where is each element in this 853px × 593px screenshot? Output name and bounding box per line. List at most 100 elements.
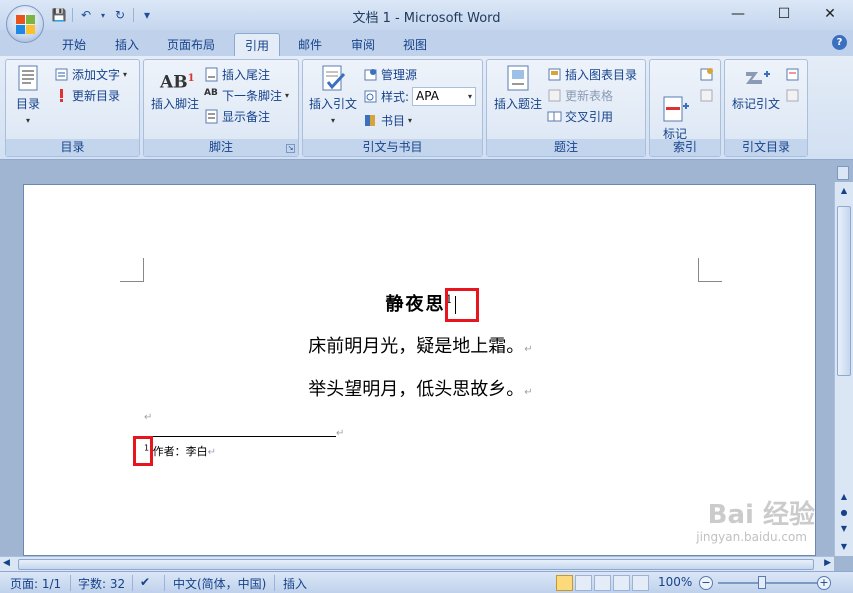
browse-object-icon[interactable]: ● <box>837 506 851 520</box>
vertical-scrollbar[interactable]: ▲ ▲ ● ▼ ▼ <box>834 182 853 556</box>
outline-view-icon[interactable] <box>613 575 630 591</box>
insert-footnote-button[interactable]: AB1 插入脚注 <box>147 64 203 112</box>
paragraph-mark: ↵ <box>336 428 345 439</box>
footnotes-group-label: 脚注 <box>144 139 298 156</box>
title-bar: 💾 ↶ ▾ ↻ ▾ 文档 1 - Microsoft Word — ☐ ✕ <box>0 0 853 30</box>
document-page[interactable]: 静夜思1 床前明月光，疑是地上霜。↵ 举头望明月，低头思故乡。↵ ↵ ↵ 1 作… <box>23 184 816 556</box>
proofing-icon[interactable]: ✔ <box>140 575 150 589</box>
next-page-icon[interactable]: ▼ <box>837 522 851 536</box>
poem-title[interactable]: 静夜思1 <box>24 290 815 316</box>
add-text-button[interactable]: 添加文字 ▾ <box>54 64 127 84</box>
toc-group-label: 目录 <box>6 139 139 156</box>
tab-references[interactable]: 引用 <box>234 33 281 56</box>
previous-page-icon[interactable]: ▲ <box>837 490 851 504</box>
bibliography-label: 书目 <box>381 113 406 128</box>
insert-table-of-authorities-button[interactable] <box>785 64 800 84</box>
update-table-button[interactable]: 更新表格 <box>547 85 613 105</box>
style-label: 样式: <box>381 89 410 104</box>
update-table-of-authorities-icon <box>785 88 800 103</box>
show-notes-button[interactable]: 显示备注 <box>204 106 270 126</box>
tab-page-layout[interactable]: 页面布局 <box>157 33 225 56</box>
paragraph-mark: ↵ <box>524 387 533 398</box>
scroll-down-icon[interactable]: ▼ <box>837 540 851 554</box>
help-icon[interactable]: ? <box>832 35 847 50</box>
update-toc-label: 更新目录 <box>72 88 121 103</box>
view-ruler-button[interactable] <box>837 166 849 180</box>
status-separator <box>274 575 275 591</box>
table-of-authorities-icon <box>785 67 800 82</box>
insert-endnote-button[interactable]: 插入尾注 <box>204 64 270 84</box>
scroll-right-icon[interactable]: ▶ <box>824 558 831 568</box>
chevron-down-icon: ▾ <box>285 90 290 100</box>
full-screen-reading-view-icon[interactable] <box>575 575 592 591</box>
zoom-level[interactable]: 100% <box>658 575 692 589</box>
zoom-slider-knob[interactable] <box>758 576 766 589</box>
poem-line-1[interactable]: 床前明月光，疑是地上霜。↵ <box>24 332 815 358</box>
poem-line-2[interactable]: 举头望明月，低头思故乡。↵ <box>24 375 815 401</box>
bibliography-button[interactable]: 书目 ▾ <box>363 110 412 130</box>
update-table-of-authorities-button[interactable] <box>785 85 800 105</box>
tab-view[interactable]: 视图 <box>393 33 437 56</box>
citations-group: 插入引文 ▾ 管理源 样式: APA ▾ 书目 ▾ 引文与书目 <box>302 59 483 157</box>
insert-caption-icon <box>503 64 533 94</box>
horizontal-scrollbar[interactable]: ◀ ▶ <box>0 556 834 571</box>
minimize-button[interactable]: — <box>715 0 761 28</box>
tab-insert[interactable]: 插入 <box>105 33 149 56</box>
chevron-down-icon: ▾ <box>25 116 30 125</box>
mark-citation-icon <box>741 64 771 94</box>
insert-caption-button[interactable]: 插入题注 <box>490 64 546 112</box>
update-index-icon <box>699 88 714 103</box>
insert-table-of-figures-button[interactable]: 插入图表目录 <box>547 64 637 84</box>
update-index-button[interactable] <box>699 85 714 105</box>
insert-index-button[interactable] <box>699 64 714 84</box>
office-button[interactable] <box>6 5 44 43</box>
cross-reference-button[interactable]: 交叉引用 <box>547 106 613 126</box>
captions-group-label: 题注 <box>487 139 645 156</box>
print-layout-view-icon[interactable] <box>556 575 573 591</box>
insert-mode-indicator[interactable]: 插入 <box>283 575 307 592</box>
status-separator <box>164 575 165 591</box>
horizontal-scroll-thumb[interactable] <box>18 559 814 570</box>
manage-sources-button[interactable]: 管理源 <box>363 64 417 84</box>
next-footnote-icon: AB <box>204 87 218 98</box>
add-text-icon <box>54 67 69 82</box>
web-layout-view-icon[interactable] <box>594 575 611 591</box>
insert-citation-button[interactable]: 插入引文 ▾ <box>306 64 360 128</box>
maximize-button[interactable]: ☐ <box>761 0 807 28</box>
next-footnote-button[interactable]: AB 下一条脚注 ▾ <box>204 85 289 105</box>
table-of-figures-icon <box>547 67 562 82</box>
margin-corner-top-left <box>120 258 144 282</box>
show-notes-icon <box>204 109 219 124</box>
tab-mailings[interactable]: 邮件 <box>288 33 332 56</box>
draft-view-icon[interactable] <box>632 575 649 591</box>
page-count[interactable]: 页面: 1/1 <box>10 575 61 592</box>
insert-citation-icon <box>318 64 348 94</box>
tab-home[interactable]: 开始 <box>52 33 96 56</box>
footnote-dialog-launcher-icon[interactable]: ↘ <box>286 144 295 153</box>
update-table-label: 更新表格 <box>565 88 614 103</box>
margin-corner-top-right <box>698 258 722 282</box>
close-button[interactable]: ✕ <box>807 0 853 28</box>
index-group-label: 索引 <box>650 139 720 156</box>
word-count[interactable]: 字数: 32 <box>78 575 125 592</box>
footnote-entry[interactable]: 1 作者：李白↵ <box>144 443 216 459</box>
language-indicator[interactable]: 中文(简体，中国) <box>173 575 266 592</box>
mark-citation-button[interactable]: 标记引文 <box>728 64 784 112</box>
ab-icon-text: AB <box>160 72 188 93</box>
toc-button[interactable]: 目录 ▾ <box>11 64 45 128</box>
citations-group-label: 引文与书目 <box>303 139 482 156</box>
tab-review[interactable]: 审阅 <box>341 33 385 56</box>
scroll-left-icon[interactable]: ◀ <box>3 558 10 568</box>
vertical-scroll-thumb[interactable] <box>837 206 851 376</box>
update-toc-button[interactable]: 更新目录 <box>54 85 120 105</box>
chevron-down-icon: ▾ <box>408 115 413 125</box>
insert-index-icon <box>699 67 714 82</box>
bibliography-icon <box>363 113 378 128</box>
zoom-out-icon[interactable]: − <box>699 576 713 590</box>
style-dropdown[interactable]: APA ▾ <box>412 86 477 106</box>
zoom-slider-track[interactable] <box>718 582 818 584</box>
insert-footnote-label: 插入脚注 <box>150 97 199 111</box>
chevron-down-icon: ▾ <box>468 91 473 101</box>
zoom-in-icon[interactable]: + <box>817 576 831 590</box>
scroll-up-icon[interactable]: ▲ <box>837 184 851 198</box>
